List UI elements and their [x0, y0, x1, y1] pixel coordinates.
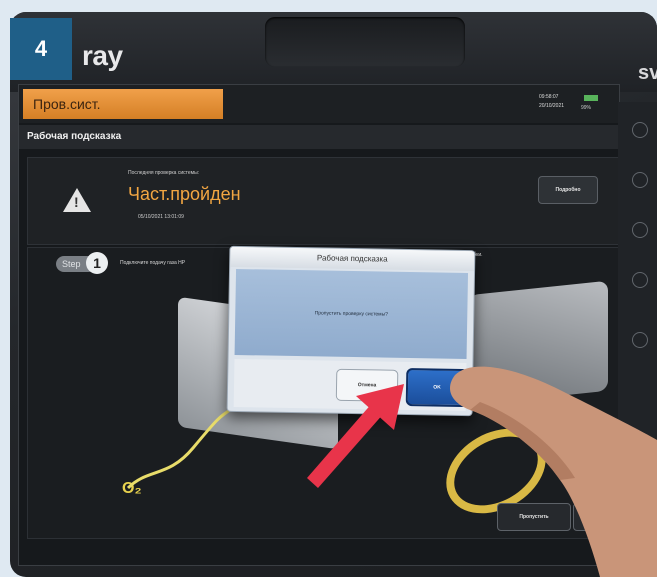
clock-date: 20/10/2021	[539, 103, 565, 109]
brand-logo: ray	[82, 40, 123, 71]
side-control-strip	[618, 102, 657, 522]
skip-button[interactable]: Пропустить	[497, 503, 571, 531]
last-check-timestamp: 05/10/2021 13:01:09	[138, 214, 184, 220]
side-icon[interactable]	[632, 332, 648, 348]
cancel-button[interactable]: Отмена	[335, 368, 399, 402]
last-check-status: Част.пройден	[128, 184, 241, 204]
continue-button[interactable]: Продолжить	[573, 503, 619, 531]
photo-frame: ray sv Пров.сист. 09:58:07 20/10/2021 99…	[10, 12, 657, 577]
side-icon[interactable]	[632, 272, 648, 288]
confirm-dialog: Рабочая подсказка Пропустить проверку си…	[226, 245, 476, 417]
ok-button[interactable]: OK	[405, 367, 469, 408]
side-icon[interactable]	[632, 172, 648, 188]
side-icon[interactable]	[632, 122, 648, 138]
step-badge: 4	[10, 18, 72, 80]
screenshot: ray sv Пров.сист. 09:58:07 20/10/2021 99…	[0, 0, 657, 577]
last-check-panel: ! Последняя проверка системы: Част.пройд…	[27, 157, 619, 245]
side-icon[interactable]	[632, 222, 648, 238]
clock: 09:58:07 20/10/2021	[539, 93, 564, 111]
context-tab[interactable]: Пров.сист.	[23, 89, 223, 119]
camera-housing	[265, 17, 465, 67]
dialog-title: Рабочая подсказка	[230, 246, 475, 272]
last-check-label: Последняя проверка системы:	[128, 170, 200, 176]
warning-mark: !	[74, 194, 79, 210]
clock-time: 09:58:07	[539, 94, 559, 100]
panel-title: Рабочая подсказка	[19, 125, 619, 149]
status-bar: Пров.сист. 09:58:07 20/10/2021 99%	[19, 85, 619, 123]
dialog-message: Пропустить проверку системы?	[234, 268, 469, 360]
battery-level: 99%	[581, 105, 592, 111]
details-button[interactable]: Подробно	[538, 176, 598, 204]
brand-logo-right: sv	[638, 62, 657, 84]
battery-icon	[584, 95, 598, 101]
